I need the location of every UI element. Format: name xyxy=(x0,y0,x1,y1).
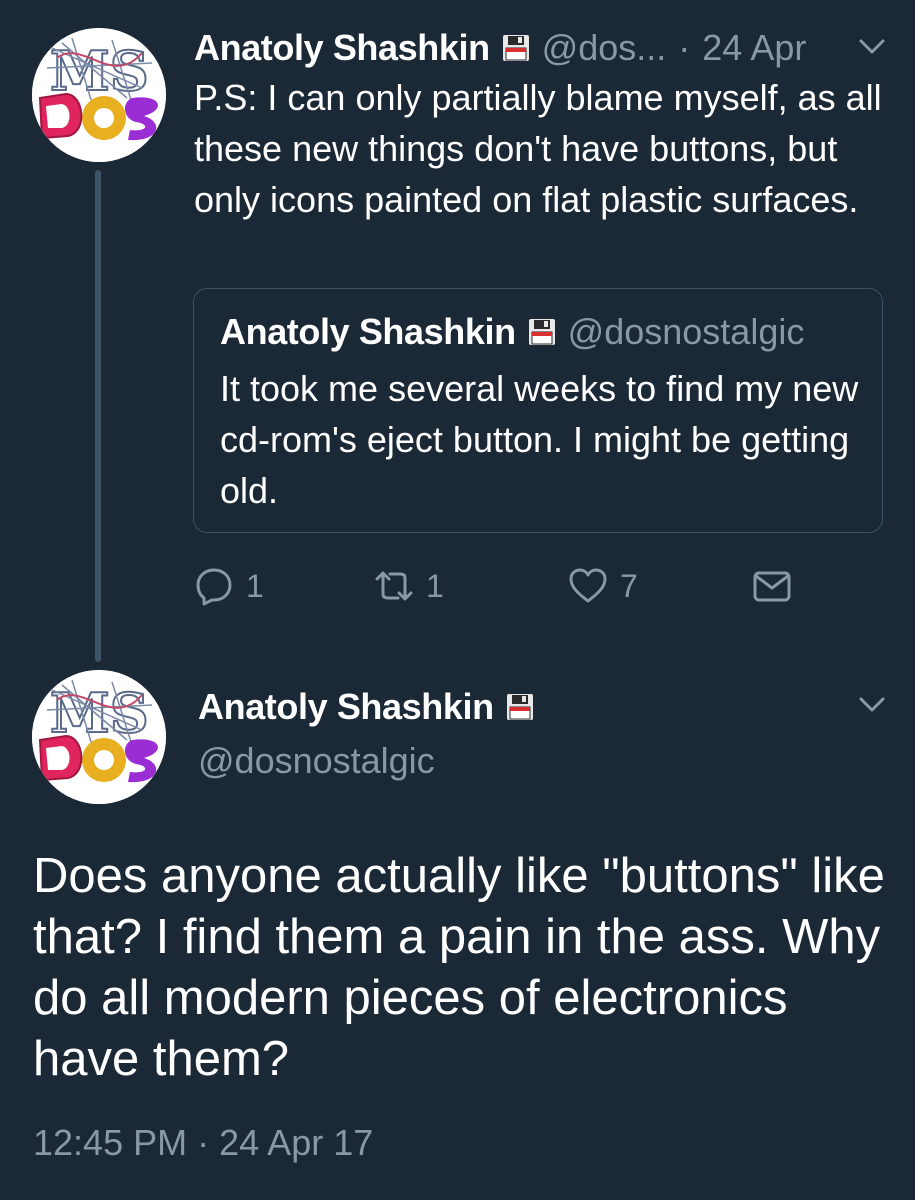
quoted-author-name: Anatoly Shashkin xyxy=(220,311,516,352)
avatar[interactable] xyxy=(32,28,166,162)
quoted-tweet-card[interactable]: Anatoly Shashkin @dosnostalgic It took m… xyxy=(193,288,883,533)
floppy-disk-icon xyxy=(506,693,534,721)
envelope-icon xyxy=(753,571,791,602)
reply-icon xyxy=(196,568,232,606)
direct-message-button[interactable] xyxy=(752,562,792,610)
tweet-date[interactable]: 24 Apr xyxy=(702,27,806,69)
floppy-disk-icon xyxy=(528,318,556,346)
like-button[interactable]: 7 xyxy=(568,562,638,610)
reply-button[interactable]: 1 xyxy=(194,562,264,610)
author-name[interactable]: Anatoly Shashkin xyxy=(194,27,490,69)
tweet-timestamp[interactable]: 12:45 PM · 24 Apr 17 xyxy=(33,1122,373,1164)
tweet-header: Anatoly Shashkin @dos... · 24 Apr xyxy=(194,24,806,72)
tweet-time: 12:45 PM xyxy=(33,1122,188,1163)
quoted-tweet-header: Anatoly Shashkin @dosnostalgic xyxy=(220,311,804,353)
retweet-icon xyxy=(375,571,413,601)
tweet-author: Anatoly Shashkin xyxy=(198,686,534,728)
reply-count: 1 xyxy=(246,567,264,604)
quoted-author-handle: @dosnostalgic xyxy=(567,311,805,352)
tweet-text: P.S: I can only partially blame myself, … xyxy=(194,77,882,220)
chevron-down-icon[interactable] xyxy=(858,696,886,714)
author-name[interactable]: Anatoly Shashkin xyxy=(198,686,494,728)
quoted-tweet-text: It took me several weeks to find my new … xyxy=(220,368,859,511)
meta-separator: · xyxy=(678,27,691,68)
thread-connector-line xyxy=(95,170,101,662)
like-count: 7 xyxy=(620,567,638,604)
meta-separator: · xyxy=(197,1122,210,1163)
retweet-button[interactable]: 1 xyxy=(374,562,444,610)
avatar[interactable] xyxy=(32,670,166,804)
tweet-date: 24 Apr 17 xyxy=(219,1122,374,1163)
retweet-count: 1 xyxy=(426,567,444,604)
author-handle[interactable]: @dos... xyxy=(542,27,667,69)
author-handle[interactable]: @dosnostalgic xyxy=(198,740,435,782)
floppy-disk-icon xyxy=(502,34,530,62)
chevron-down-icon[interactable] xyxy=(858,38,886,56)
tweet-text: Does anyone actually like "buttons" like… xyxy=(33,849,885,1086)
heart-icon xyxy=(569,568,607,603)
